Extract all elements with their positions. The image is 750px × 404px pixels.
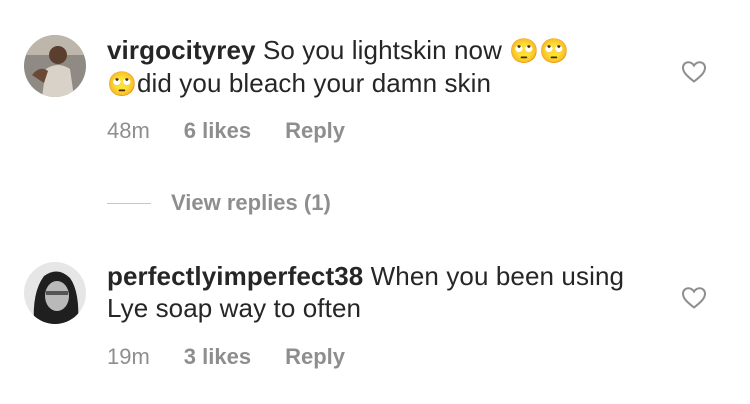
comment-username[interactable]: perfectlyimperfect38 [107,261,363,291]
eye-roll-emoji-icon: 🙄 [509,37,540,65]
comment-meta: 19m 3 likes Reply [107,344,345,370]
reply-button[interactable]: Reply [285,118,345,144]
view-replies[interactable]: View replies (1) [107,190,331,216]
comment-body: did you bleach your damn skin [136,68,492,98]
avatar[interactable] [24,262,86,324]
comment-text: perfectlyimperfect38 When you been using… [107,260,637,324]
view-replies-button[interactable]: View replies (1) [171,190,331,216]
reply-button[interactable]: Reply [285,344,345,370]
eye-roll-emoji-icon: 🙄 [107,70,137,98]
like-heart-icon[interactable] [681,60,707,84]
comment-time: 19m [107,344,150,369]
like-heart-icon[interactable] [681,286,707,310]
comment-username[interactable]: virgocityrey [107,35,256,65]
comment-text: virgocityrey So you lightskin now 🙄🙄 🙄di… [107,34,637,100]
comment-time: 48m [107,118,150,143]
view-replies-divider [107,202,151,204]
comment-likes-count[interactable]: 6 likes [184,118,251,144]
comment-meta: 48m 6 likes Reply [107,118,345,144]
comment-likes-count[interactable]: 3 likes [184,344,251,370]
eye-roll-emoji-icon: 🙄 [539,37,570,65]
avatar[interactable] [24,35,86,97]
comment-body: So you lightskin now [262,35,502,65]
